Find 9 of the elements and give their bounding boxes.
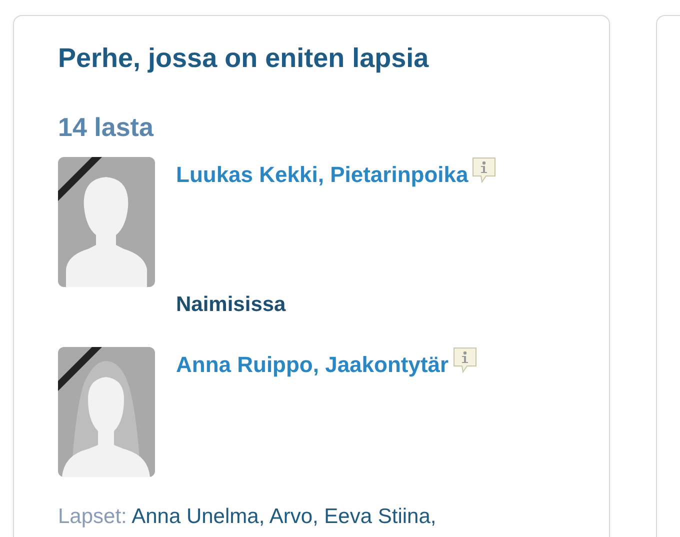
person-name-link[interactable]: Luukas Kekki, Pietarinpoika (176, 162, 468, 188)
child-count: 14 lasta (58, 112, 155, 143)
children-names: Anna Unelma, Arvo, Eeva Stiina, (132, 505, 436, 528)
person-name-link[interactable]: Anna Ruippo, Jaakontytär (176, 352, 449, 378)
children-label: Lapset: (58, 505, 127, 528)
info-icon[interactable] (452, 347, 477, 373)
info-icon[interactable] (472, 157, 496, 183)
relation-status: Naimisissa (176, 293, 287, 317)
card-title: Perhe, jossa on eniten lapsia (58, 43, 430, 74)
